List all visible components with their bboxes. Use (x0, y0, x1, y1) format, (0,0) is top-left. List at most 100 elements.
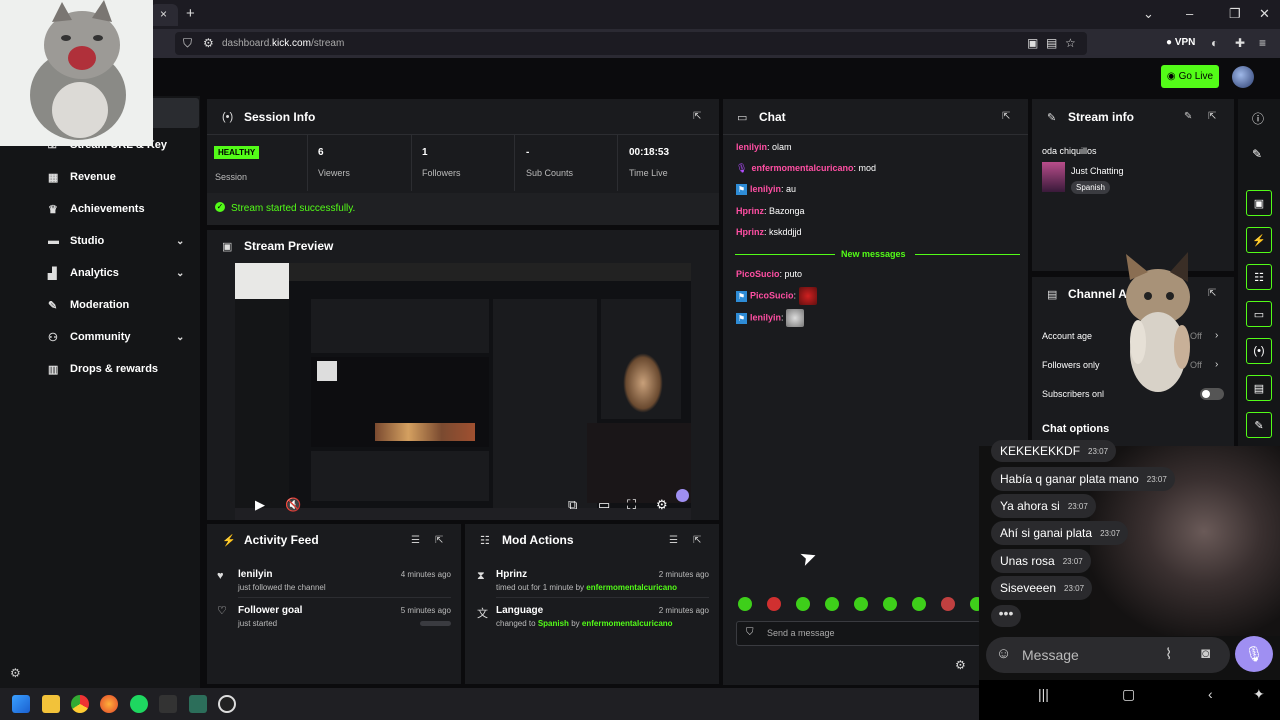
filter-icon[interactable]: ☰ (411, 535, 420, 546)
new-tab-icon[interactable]: + (186, 5, 195, 22)
popout-icon[interactable]: ⇱ (693, 535, 701, 546)
emote-icon[interactable] (796, 597, 810, 611)
extensions-icon[interactable]: ✚ (1235, 36, 1245, 50)
camera-icon[interactable]: ◙ (1201, 645, 1210, 662)
stat-viewers (307, 135, 411, 191)
menu-icon[interactable]: ≡ (1259, 36, 1266, 50)
emote-icon[interactable] (941, 597, 955, 611)
play-icon[interactable]: ▶ (255, 497, 265, 513)
edit-pencil-icon[interactable]: ✎ (1184, 111, 1192, 122)
shield-icon[interactable]: ⛉ (183, 36, 192, 51)
fullscreen-icon[interactable]: ⛶ (627, 497, 636, 513)
reader-view-icon[interactable]: ▤ (1046, 36, 1057, 50)
chat-message[interactable]: ⚑ lenilyin: au (736, 184, 796, 196)
sidebar-item-revenue[interactable]: ▦ Revenue (48, 167, 116, 187)
home-icon[interactable]: ▢ (1122, 686, 1135, 703)
sidebar-item-moderation[interactable]: ✎ Moderation (48, 295, 129, 315)
rail-session-button[interactable]: ▣ (1246, 190, 1272, 216)
spotify-icon[interactable] (130, 695, 148, 713)
popout-icon[interactable]: ⇱ (435, 535, 443, 546)
chat-message[interactable]: Hprinz: Bazonga (736, 206, 805, 216)
pip-icon[interactable]: ⧉ (568, 497, 577, 513)
chevron-down-icon: ⌄ (176, 267, 185, 279)
check-circle-icon: ✓ (215, 202, 225, 212)
goal-progress-bar (420, 621, 451, 626)
go-live-button[interactable]: ◉ Go Live (1161, 65, 1219, 88)
sidebar-item-analytics[interactable]: ▟ Analytics ⌄ (48, 263, 198, 283)
popout-icon[interactable]: ⇱ (1002, 111, 1010, 122)
avatar[interactable] (1232, 66, 1254, 88)
sidebar-item-community[interactable]: ⚇ Community ⌄ (48, 327, 198, 347)
emote-icon[interactable] (825, 597, 839, 611)
window-close-icon[interactable]: ✕ (1259, 6, 1270, 22)
chat-settings-icon[interactable]: ⚙ (955, 658, 966, 672)
tab-close-icon[interactable]: × (160, 7, 167, 21)
settings-gear-icon[interactable]: ⚙ (656, 497, 668, 513)
recent-apps-icon[interactable]: ||| (1038, 686, 1049, 702)
app-icon[interactable] (189, 695, 207, 713)
emote-icon[interactable] (912, 597, 926, 611)
chrome-icon[interactable] (71, 695, 89, 713)
filter-icon[interactable]: ☰ (669, 535, 678, 546)
obs-icon[interactable] (218, 695, 236, 713)
chevron-right-icon[interactable]: › (1215, 359, 1218, 370)
image-icon[interactable]: ▣ (1027, 36, 1038, 50)
rail-broadcast-button[interactable]: (•) (1246, 338, 1272, 364)
info-icon[interactable]: ⓘ (1252, 110, 1264, 127)
windows-start-icon[interactable] (12, 695, 30, 713)
rail-activity-button[interactable]: ⚡ (1246, 227, 1272, 253)
firefox-icon[interactable] (100, 695, 118, 713)
channel-icon: ▤ (1047, 289, 1058, 301)
emote-icon[interactable] (854, 597, 868, 611)
phone-input-placeholder: Message (1022, 647, 1079, 663)
bookmark-star-icon[interactable]: ☆ (1065, 36, 1076, 50)
mic-button[interactable]: 🎙 (1235, 636, 1273, 672)
terminal-icon[interactable] (159, 695, 177, 713)
edit-pencil-icon[interactable]: ✎ (1252, 147, 1262, 161)
chat-message[interactable]: Hprinz: kskddjjd (736, 227, 802, 237)
chat-message[interactable]: 🎙 enfermomentalcuricano: mod (736, 163, 876, 174)
lightning-icon: ⚡ (1252, 234, 1266, 247)
sidebar-item-achievements[interactable]: ♛ Achievements (48, 199, 145, 219)
site-settings-icon[interactable]: ⚙ (203, 36, 214, 50)
emote-icon[interactable] (767, 597, 781, 611)
settings-gear-icon[interactable]: ⚙ (10, 666, 21, 680)
mod-action-time: 2 minutes ago (658, 606, 709, 615)
rail-mod-button[interactable]: ☷ (1246, 264, 1272, 290)
preview-mic (676, 489, 689, 502)
chat-message[interactable]: PicoSucio: puto (736, 269, 802, 279)
emote-image (798, 287, 817, 305)
vpn-button[interactable]: ● VPN (1166, 37, 1195, 48)
attach-icon[interactable]: ⌇ (1165, 645, 1172, 663)
chat-message[interactable]: ⚑ PicoSucio: (736, 287, 817, 305)
popout-icon[interactable]: ⇱ (1208, 111, 1216, 122)
emote-icon[interactable] (738, 597, 752, 611)
accessibility-icon[interactable]: ✦ (1253, 686, 1265, 703)
tab-list-chevron-icon[interactable]: ⌄ (1143, 6, 1154, 22)
chat-message[interactable]: ⚑ lenilyin: (736, 309, 805, 327)
sticker-icon[interactable]: ☺ (996, 645, 1011, 662)
account-icon[interactable]: ◐ (1211, 36, 1218, 50)
maximize-icon[interactable]: ❐ (1229, 6, 1241, 22)
channel-icon: ▤ (1253, 382, 1265, 395)
chevron-right-icon[interactable]: › (1215, 330, 1218, 341)
file-explorer-icon[interactable] (42, 695, 60, 713)
rail-channel-button[interactable]: ▤ (1246, 375, 1272, 401)
popout-icon[interactable]: ⇱ (1208, 288, 1216, 299)
stat-label: Sub Counts (526, 168, 574, 178)
rail-chat-button[interactable]: ▭ (1246, 301, 1272, 327)
mute-icon[interactable]: 🔇 (285, 497, 301, 513)
url-text[interactable]: dashboard.kick.com/stream (222, 38, 344, 49)
hourglass-icon: ⧗ (477, 570, 485, 582)
sidebar-item-drops[interactable]: ▥ Drops & rewards (48, 359, 158, 379)
theater-icon[interactable]: ▭ (598, 497, 610, 513)
popout-icon[interactable]: ⇱ (693, 111, 701, 122)
minimize-icon[interactable]: – (1186, 6, 1193, 21)
chat-message[interactable]: lenilyin: olam (736, 142, 792, 152)
rail-streaminfo-button[interactable]: ✎ (1246, 412, 1272, 438)
phone-chat-bubble: Ahí si ganai plata 23:07 (991, 521, 1129, 545)
sidebar-item-studio[interactable]: ▬ Studio ⌄ (48, 231, 198, 251)
back-icon[interactable]: ‹ (1208, 686, 1213, 702)
emote-icon[interactable] (883, 597, 897, 611)
stream-preview-video[interactable] (235, 263, 691, 520)
